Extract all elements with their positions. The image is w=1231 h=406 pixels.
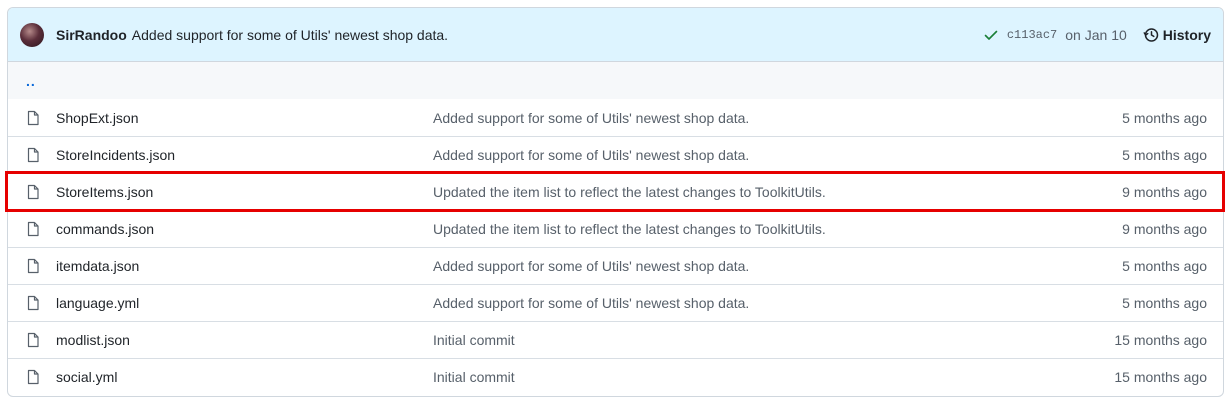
file-commit-message[interactable]: Initial commit <box>433 369 1114 385</box>
file-commit-age: 5 months ago <box>1122 295 1207 311</box>
file-icon <box>25 184 41 200</box>
file-name[interactable]: modlist.json <box>56 332 433 348</box>
file-row[interactable]: itemdata.json Added support for some of … <box>8 247 1223 284</box>
file-icon <box>25 369 41 385</box>
file-row[interactable]: ShopExt.json Added support for some of U… <box>8 99 1223 136</box>
file-name[interactable]: StoreItems.json <box>56 184 433 200</box>
file-row[interactable]: modlist.json Initial commit 15 months ag… <box>8 321 1223 358</box>
file-commit-message[interactable]: Added support for some of Utils' newest … <box>433 110 1122 126</box>
commit-date: on Jan 10 <box>1065 26 1127 43</box>
file-icon <box>25 295 41 311</box>
history-button[interactable]: History <box>1143 27 1211 43</box>
file-icon <box>25 147 41 163</box>
parent-directory-link[interactable]: .. <box>26 73 36 89</box>
avatar[interactable] <box>20 22 44 47</box>
file-name[interactable]: language.yml <box>56 295 433 311</box>
file-commit-age: 9 months ago <box>1122 221 1207 237</box>
file-row[interactable]: language.yml Added support for some of U… <box>8 284 1223 321</box>
check-icon[interactable] <box>983 27 999 43</box>
file-commit-age: 15 months ago <box>1114 369 1207 385</box>
file-commit-message[interactable]: Updated the item list to reflect the lat… <box>433 184 1122 200</box>
file-commit-age: 5 months ago <box>1122 258 1207 274</box>
file-browser: SirRandoo Added support for some of Util… <box>7 7 1224 397</box>
file-icon <box>25 110 41 126</box>
file-commit-message[interactable]: Updated the item list to reflect the lat… <box>433 221 1122 237</box>
commit-sha[interactable]: c113ac7 <box>1007 28 1057 42</box>
file-name[interactable]: StoreIncidents.json <box>56 147 433 163</box>
file-row[interactable]: social.yml Initial commit 15 months ago <box>8 358 1223 395</box>
history-icon <box>1143 27 1159 42</box>
file-commit-age: 9 months ago <box>1122 184 1207 200</box>
file-commit-message[interactable]: Initial commit <box>433 332 1114 348</box>
latest-commit-bar: SirRandoo Added support for some of Util… <box>8 8 1223 62</box>
file-name[interactable]: ShopExt.json <box>56 110 433 126</box>
file-row[interactable]: StoreItems.json Updated the item list to… <box>8 173 1223 210</box>
file-commit-age: 15 months ago <box>1114 332 1207 348</box>
commit-message[interactable]: Added support for some of Utils' newest … <box>132 27 448 43</box>
file-commit-message[interactable]: Added support for some of Utils' newest … <box>433 147 1122 163</box>
file-name[interactable]: social.yml <box>56 369 433 385</box>
file-name[interactable]: itemdata.json <box>56 258 433 274</box>
file-list: ShopExt.json Added support for some of U… <box>8 99 1223 395</box>
file-icon <box>25 332 41 348</box>
history-label: History <box>1162 26 1211 43</box>
file-icon <box>25 221 41 237</box>
file-commit-age: 5 months ago <box>1122 147 1207 163</box>
file-row[interactable]: commands.json Updated the item list to r… <box>8 210 1223 247</box>
commit-author[interactable]: SirRandoo <box>56 27 127 43</box>
file-commit-message[interactable]: Added support for some of Utils' newest … <box>433 295 1122 311</box>
file-icon <box>25 258 41 274</box>
file-row[interactable]: StoreIncidents.json Added support for so… <box>8 136 1223 173</box>
file-commit-age: 5 months ago <box>1122 109 1207 126</box>
file-name[interactable]: commands.json <box>56 221 433 237</box>
file-commit-message[interactable]: Added support for some of Utils' newest … <box>433 258 1122 274</box>
parent-directory-row[interactable]: .. <box>8 62 1223 99</box>
